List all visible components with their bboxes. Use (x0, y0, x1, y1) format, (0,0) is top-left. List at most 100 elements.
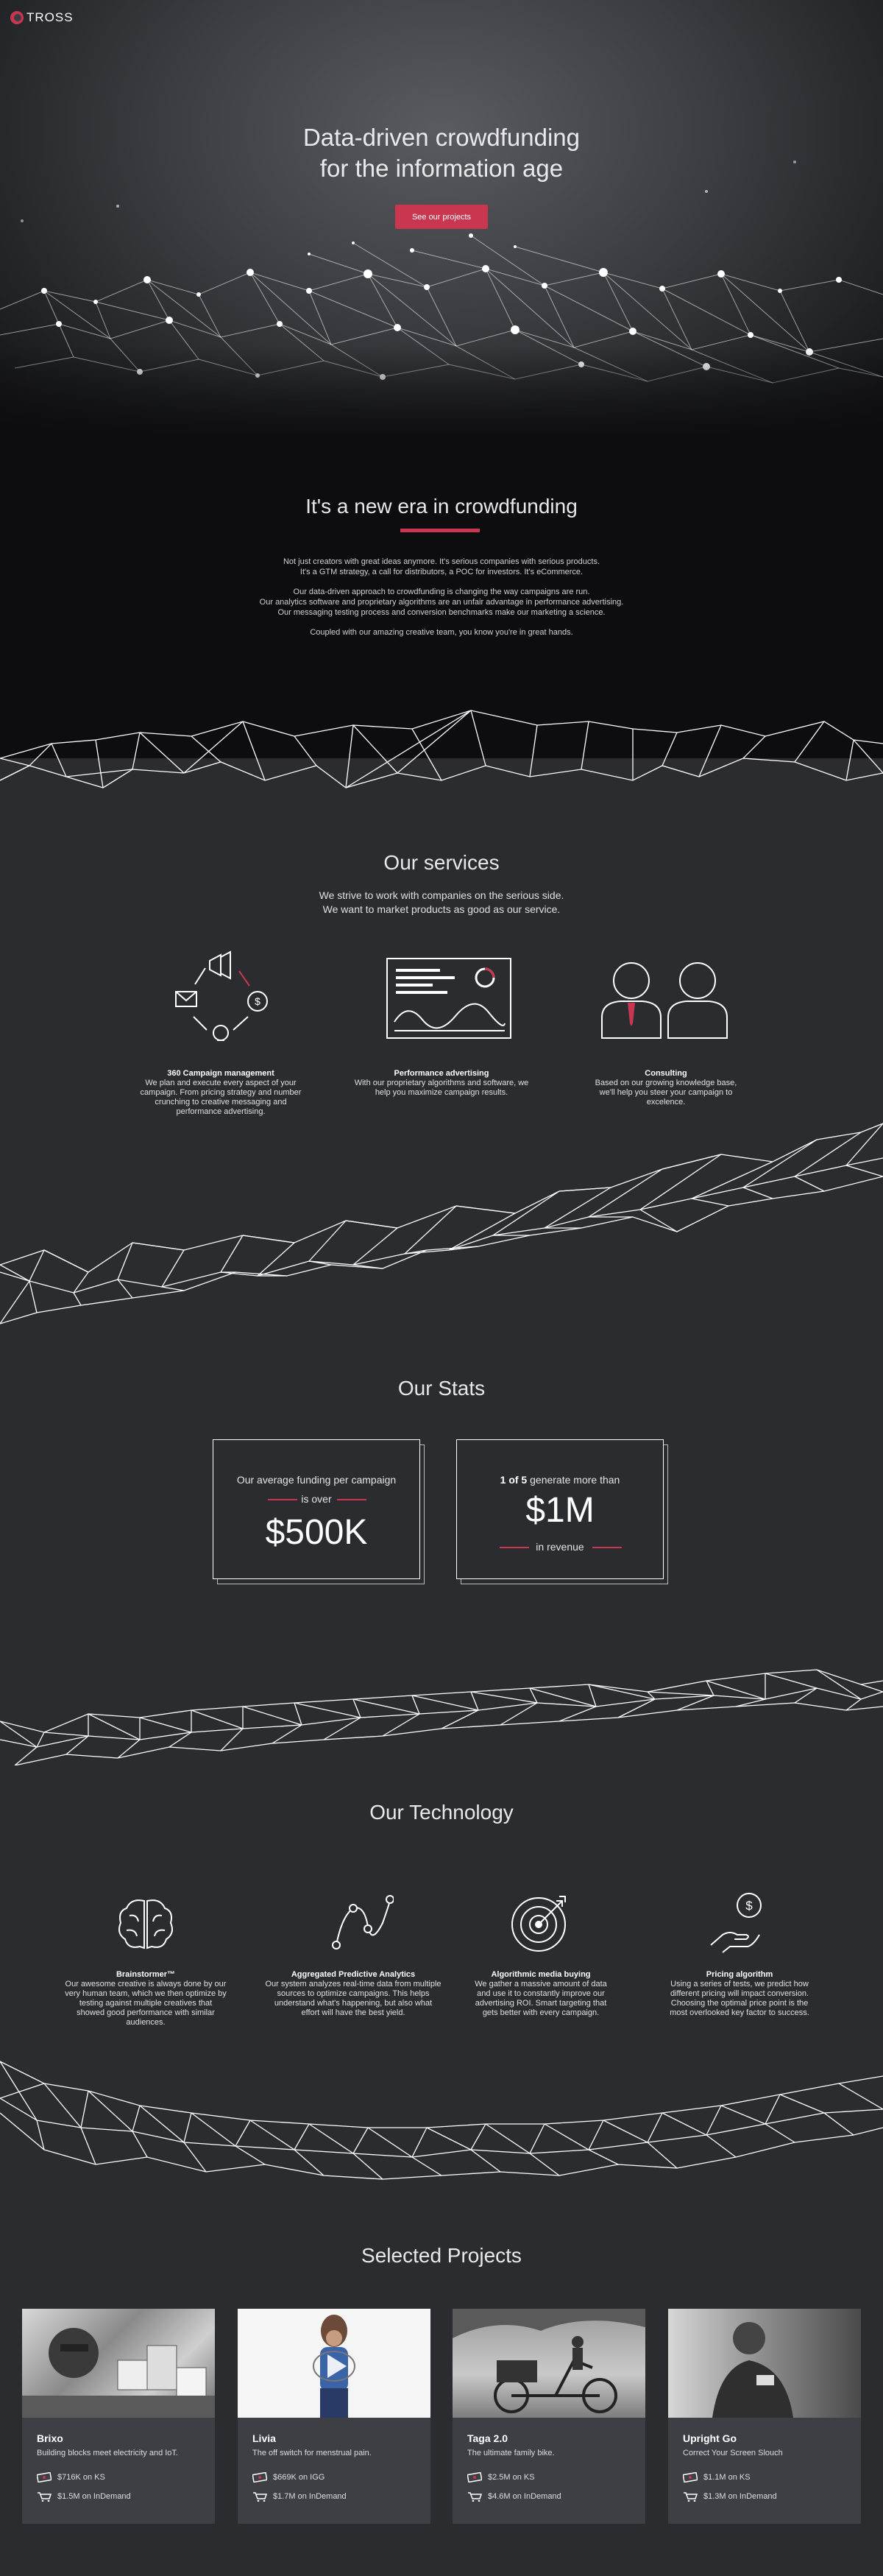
project-stat2-text-brixo: $1.5M on InDemand (57, 2492, 131, 2501)
consultants-icon (601, 962, 728, 1039)
hero-title-line1: Data-driven crowdfunding (302, 124, 581, 151)
mesh-divider-1 (0, 707, 883, 788)
analytics-curve-icon (332, 1895, 394, 1949)
hero-section: TROSS Data-driven crowdfunding for the i… (0, 0, 883, 434)
stat-card-1: Our average funding per campaign is over… (213, 1439, 420, 1579)
target-icon (511, 1896, 566, 1952)
project-name-taga: Taga 2.0 (467, 2432, 508, 2444)
project-desc-brixo: Building blocks meet electricity and IoT… (37, 2449, 178, 2457)
logo-text: TROSS (26, 10, 74, 24)
project-name-livia: Livia (252, 2432, 276, 2444)
livia-photo (313, 2315, 355, 2418)
service-campaign-title: 360 Campaign management (167, 1069, 274, 1078)
pricing-hand-icon: $ (710, 1893, 762, 1953)
stat-card-2-label: 1 of 5 generate more than (457, 1474, 663, 1486)
hero-title-line2: for the information age (319, 155, 564, 182)
project-stat2-brixo: $1.5M on InDemand (37, 2491, 131, 2502)
project-stat1-text-upright-go: $1.1M on KS (703, 2473, 751, 2482)
stat-card-2-value: $1M (525, 1491, 595, 1530)
ticket-icon (37, 2472, 52, 2483)
projects-title: Selected Projects (361, 2244, 522, 2267)
service-advertising-title: Performance advertising (394, 1069, 489, 1078)
hero-title: Data-driven crowdfunding for the informa… (0, 122, 883, 184)
project-card-brixo[interactable]: Brixo Building blocks meet electricity a… (22, 2309, 215, 2524)
project-stat1-brixo: $716K on KS (37, 2472, 105, 2483)
cart-icon (253, 2492, 267, 2502)
upright-go-photo (712, 2322, 793, 2418)
campaign-cycle-icon: $ (175, 950, 268, 1041)
era-title-underline (400, 529, 480, 532)
project-stat1-upright-go: $1.1M on KS (683, 2472, 751, 2483)
stat-card-1-label: Our average funding per campaign (236, 1474, 397, 1486)
tech-analytics-text: Our system analyzes real-time data from … (265, 1980, 442, 2017)
tech-media-buying: Algorithmic media buying We gather a mas… (471, 1970, 611, 2018)
mesh-divider-2 (0, 1123, 883, 1324)
project-card-livia[interactable]: Livia The off switch for menstrual pain.… (238, 2309, 430, 2524)
era-p2-line1: Our data-driven approach to crowdfunding… (293, 587, 590, 596)
project-image-taga (453, 2309, 645, 2418)
project-card-upright-go[interactable]: Upright Go Correct Your Screen Slouch $1… (668, 2309, 861, 2524)
services-subtitle-line1: We strive to work with companies on the … (319, 889, 564, 901)
era-p1-line2: It's a GTM strategy, a call for distribu… (299, 568, 584, 576)
project-name-upright-go: Upright Go (683, 2432, 737, 2444)
brixo-photo (22, 2328, 215, 2418)
service-consulting-title: Consulting (645, 1069, 687, 1078)
technology-title: Our Technology (369, 1801, 514, 1824)
services-title: Our services (383, 851, 500, 874)
tech-media-buying-title: Algorithmic media buying (491, 1970, 591, 1979)
stat-card-1-sublabel: is over (301, 1493, 332, 1505)
stat-card-2-label-rest: generate more than (527, 1474, 620, 1486)
era-title: It's a new era in crowdfunding (305, 495, 578, 518)
project-image-upright-go (668, 2309, 861, 2418)
tech-media-buying-text: We gather a massive amount of data and u… (475, 1980, 607, 2017)
tech-analytics: Aggregated Predictive Analytics Our syst… (265, 1970, 442, 2018)
stats-title: Our Stats (397, 1377, 486, 1400)
project-image-brixo (22, 2309, 215, 2418)
project-card-taga[interactable]: Taga 2.0 The ultimate family bike. $2.5M… (453, 2309, 645, 2524)
project-stat1-text-livia: $669K on IGG (273, 2473, 325, 2482)
mesh-divider-4 (0, 2061, 883, 2180)
project-desc-livia: The off switch for menstrual pain. (252, 2449, 372, 2457)
stat-card-2-line-right (592, 1547, 622, 1548)
tech-pricing: Pricing algorithm Using a series of test… (662, 1970, 817, 2018)
hero-fade (0, 346, 883, 434)
brand-logo[interactable]: TROSS (10, 10, 74, 25)
tech-analytics-title: Aggregated Predictive Analytics (291, 1970, 416, 1979)
project-desc-upright-go: Correct Your Screen Slouch (683, 2449, 783, 2457)
project-stat2-livia: $1.7M on InDemand (252, 2491, 347, 2502)
see-projects-button[interactable]: See our projects (395, 205, 488, 229)
cart-icon (468, 2492, 482, 2502)
tech-brainstormer: Brainstormer™ Our awesome creative is al… (65, 1970, 227, 2028)
project-stat2-text-livia: $1.7M on InDemand (273, 2492, 347, 2501)
logo-mark-icon (10, 11, 24, 24)
stat-card-1-value: $500K (265, 1513, 368, 1552)
era-p2-line3: Our messaging testing process and conver… (277, 608, 606, 617)
project-name-brixo: Brixo (37, 2432, 63, 2444)
project-stat1-taga: $2.5M on KS (467, 2472, 535, 2483)
era-p1-line1: Not just creators with great ideas anymo… (283, 557, 600, 566)
project-stat2-text-taga: $4.6M on InDemand (488, 2492, 561, 2501)
cart-icon (684, 2492, 698, 2502)
stat-card-2-sublabel: in revenue (536, 1541, 584, 1553)
ticket-icon (683, 2472, 698, 2483)
era-p2-line2: Our analytics software and proprietary a… (259, 598, 624, 607)
era-paragraph-1: Not just creators with great ideas anymo… (0, 557, 883, 577)
mesh-divider-3 (0, 1669, 883, 1765)
ticket-icon (252, 2472, 267, 2483)
stat-card-2-strong: 1 of 5 (500, 1474, 528, 1486)
tech-brainstormer-title: Brainstormer™ (116, 1970, 176, 1979)
services-subtitle-line2: We want to market products as good as ou… (322, 903, 561, 915)
taga-photo (453, 2309, 645, 2413)
tech-brainstormer-text: Our awesome creative is always done by o… (65, 1980, 227, 2027)
brain-icon (118, 1899, 173, 1949)
cart-icon (38, 2492, 52, 2502)
svg-text:$: $ (255, 995, 260, 1007)
project-stat2-upright-go: $1.3M on InDemand (683, 2491, 777, 2502)
ticket-icon (467, 2472, 482, 2483)
project-image-livia (238, 2309, 430, 2418)
tech-pricing-text: Using a series of tests, we predict how … (670, 1980, 809, 2017)
project-stat1-livia: $669K on IGG (252, 2472, 325, 2483)
project-stat2-taga: $4.6M on InDemand (467, 2491, 561, 2502)
tech-pricing-title: Pricing algorithm (706, 1970, 773, 1979)
project-stat1-text-brixo: $716K on KS (57, 2473, 105, 2482)
